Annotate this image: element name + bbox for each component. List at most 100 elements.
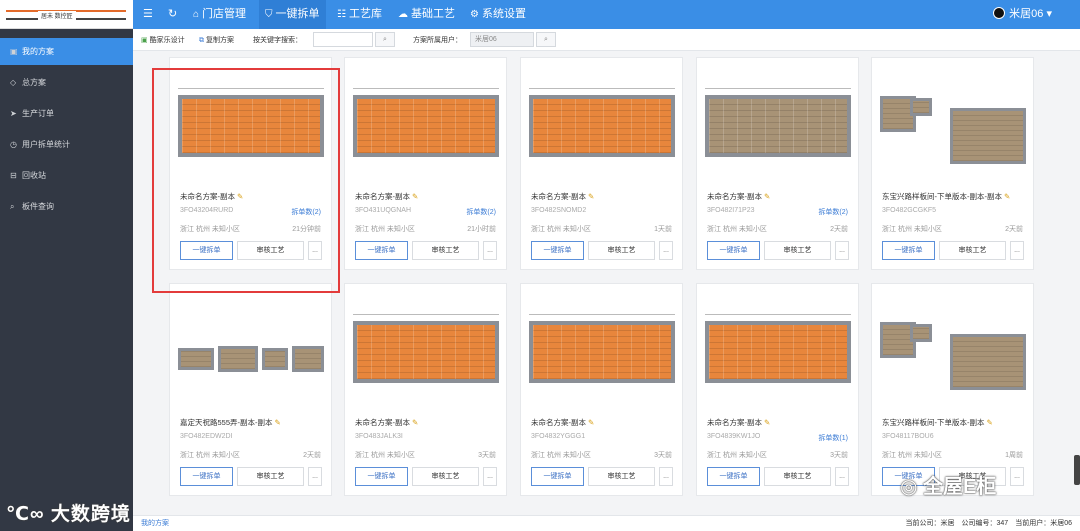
pencil-icon[interactable]: ✎ <box>764 192 770 201</box>
one-click-split-button[interactable]: 一键拆单 <box>531 467 584 486</box>
plan-card[interactable]: 嘉定天祝路555弄-副本-副本 ✎ 3FO482EDW2DI 浙江 杭州 未知小区 2天… <box>169 283 332 496</box>
floor-plan <box>529 321 675 383</box>
plan-card[interactable]: 未命名方案-副本 ✎ 3FO431UQGNAH 拆单数(2) 浙江 杭州 未知小区 21小… <box>344 57 507 270</box>
review-process-button[interactable]: 审核工艺 <box>588 241 655 260</box>
plan-code: 3FO482EDW2DI <box>180 433 233 440</box>
owner-field[interactable]: 米居06 <box>470 32 534 47</box>
plan-thumbnail[interactable] <box>529 306 675 394</box>
one-click-split-button[interactable]: 一键拆单 <box>355 467 408 486</box>
review-process-button[interactable]: 审核工艺 <box>764 467 831 486</box>
nav-one-click-split[interactable]: ⛉ 一键拆单 <box>259 0 326 29</box>
review-process-button[interactable]: 审核工艺 <box>412 241 479 260</box>
keyword-search-button[interactable]: ⌕ <box>375 32 395 47</box>
split-count-link[interactable]: 拆单数(2) <box>818 207 848 217</box>
shield-icon: ⛉ <box>265 9 273 20</box>
search-icon: ⌕ <box>383 36 387 43</box>
company-logo[interactable]: 居未 数控匠 <box>0 0 133 29</box>
pencil-icon[interactable]: ✎ <box>412 192 418 201</box>
one-click-split-button[interactable]: 一键拆单 <box>707 467 760 486</box>
more-button[interactable]: ... <box>1010 467 1024 486</box>
review-process-button[interactable]: 审核工艺 <box>237 467 304 486</box>
nav-store-management[interactable]: ⌂ 门店管理 <box>193 0 246 29</box>
floor-pattern <box>533 325 671 379</box>
floor-pattern <box>533 99 671 153</box>
keyword-search-input[interactable] <box>313 32 373 47</box>
more-button[interactable]: ... <box>659 467 673 486</box>
pencil-icon[interactable]: ✎ <box>764 418 770 427</box>
plan-card[interactable]: 未命名方案-副本 ✎ 3FO4832YGGG1 浙江 杭州 未知小区 3天前 一键拆单 审核… <box>520 283 683 496</box>
plan-card[interactable]: 东宝兴路样板间-下单版本-副本-副本 ✎ 3FO482GCGKF5 浙江 杭州 未知小… <box>871 57 1034 270</box>
more-button[interactable]: ... <box>835 241 849 260</box>
plan-thumbnail[interactable] <box>880 306 1026 394</box>
pencil-icon[interactable]: ✎ <box>275 418 281 427</box>
scrollbar-thumb[interactable] <box>1074 455 1080 485</box>
plan-code: 3FO48117BOU6 <box>882 433 934 440</box>
plan-card[interactable]: 未命名方案-副本 ✎ 3FO4839KW1JO 拆单数(1) 浙江 杭州 未知小区 3天前… <box>696 283 859 496</box>
sidebar-item-user-split-stats[interactable]: ◷ 用户拆单统计 <box>0 131 133 158</box>
plan-thumbnail[interactable] <box>705 306 851 394</box>
pencil-icon[interactable]: ✎ <box>412 418 418 427</box>
plan-card[interactable]: 东宝兴路样板间-下单版本-副本 ✎ 3FO48117BOU6 浙江 杭州 未知小区 1周… <box>871 283 1034 496</box>
highlight-box <box>152 68 340 293</box>
nav-process-library[interactable]: ☷ 工艺库 <box>337 0 382 29</box>
split-count-link[interactable]: 拆单数(1) <box>818 433 848 443</box>
copy-icon: ⧉ <box>199 37 204 44</box>
user-menu[interactable]: 米居06 ▾ <box>993 0 1052 29</box>
watermark-logo-icon: ℃∞ <box>6 504 51 525</box>
sidebar-item-recycle-bin[interactable]: ⊟ 回收站 <box>0 162 133 189</box>
breadcrumb[interactable]: 我的方案 <box>141 516 169 531</box>
plan-card[interactable]: 未命名方案-副本 ✎ 3FO482SNOMD2 浙江 杭州 未知小区 1天前 一键拆单 审核… <box>520 57 683 270</box>
sidebar-item-panel-query[interactable]: ⌕ 板件查询 <box>0 193 133 220</box>
plan-thumbnail[interactable] <box>705 80 851 168</box>
copy-plan-button[interactable]: ⧉ 复制方案 <box>199 35 234 45</box>
sidebar-item-my-plans[interactable]: ▣ 我的方案 <box>0 38 133 65</box>
plan-card[interactable]: 未命名方案-副本 ✎ 3FO483JALK3I 浙江 杭州 未知小区 3天前 一键拆单 审核… <box>344 283 507 496</box>
refresh-icon[interactable]: ↻ <box>168 7 177 20</box>
plan-time: 2天前 <box>1005 226 1023 233</box>
pencil-icon[interactable]: ✎ <box>588 418 594 427</box>
plan-card[interactable]: 未命名方案-副本 ✎ 3FO482I71P23 拆单数(2) 浙江 杭州 未知小区 2天前… <box>696 57 859 270</box>
plan-thumbnail[interactable] <box>880 80 1026 168</box>
review-process-button[interactable]: 审核工艺 <box>939 241 1006 260</box>
plan-location: 浙江 杭州 未知小区 <box>707 226 767 233</box>
avatar <box>993 7 1006 19</box>
more-button[interactable]: ... <box>483 241 497 260</box>
plan-name: 东宝兴路样板间-下单版本-副本 ✎ <box>882 418 993 427</box>
owner-search-button[interactable]: ⌕ <box>536 32 556 47</box>
send-icon: ➤ <box>10 109 17 118</box>
one-click-split-button[interactable]: 一键拆单 <box>882 241 935 260</box>
sidebar-item-all-plans[interactable]: ◇ 总方案 <box>0 69 133 96</box>
nav-system-settings[interactable]: ⚙ 系统设置 <box>470 0 526 29</box>
one-click-split-button[interactable]: 一键拆单 <box>180 467 233 486</box>
split-count-link[interactable]: 拆单数(2) <box>466 207 496 217</box>
top-navigation-bar: 居未 数控匠 ☰ ↻ ⌂ 门店管理 ⛉ 一键拆单 ☷ 工艺库 ☁ 基础工艺 ⚙ 系统设置 … <box>0 0 1080 29</box>
review-process-button[interactable]: 审核工艺 <box>412 467 479 486</box>
more-button[interactable]: ... <box>483 467 497 486</box>
plan-thumbnail[interactable] <box>178 306 324 394</box>
kujiale-design-button[interactable]: ▣ 酷家乐设计 <box>141 35 185 45</box>
more-button[interactable]: ... <box>835 467 849 486</box>
nav-basic-process[interactable]: ☁ 基础工艺 <box>398 0 455 29</box>
pencil-icon[interactable]: ✎ <box>1004 192 1010 201</box>
plan-location: 浙江 杭州 未知小区 <box>180 452 240 459</box>
plan-name: 未命名方案-副本 ✎ <box>707 192 771 201</box>
plan-code: 3FO482SNOMD2 <box>531 207 587 214</box>
sidebar-item-production-orders[interactable]: ➤ 生产订单 <box>0 100 133 127</box>
pencil-icon[interactable]: ✎ <box>588 192 594 201</box>
review-process-button[interactable]: 审核工艺 <box>588 467 655 486</box>
plan-thumbnail[interactable] <box>353 80 499 168</box>
review-process-button[interactable]: 审核工艺 <box>764 241 831 260</box>
one-click-split-button[interactable]: 一键拆单 <box>355 241 408 260</box>
one-click-split-button[interactable]: 一键拆单 <box>531 241 584 260</box>
plan-thumbnail[interactable] <box>353 306 499 394</box>
menu-toggle-icon[interactable]: ☰ <box>143 7 153 20</box>
more-button[interactable]: ... <box>308 467 322 486</box>
folder-icon: ▣ <box>10 47 18 56</box>
plan-thumbnail[interactable] <box>529 80 675 168</box>
dimension-line <box>529 88 675 89</box>
one-click-split-button[interactable]: 一键拆单 <box>707 241 760 260</box>
more-button[interactable]: ... <box>1010 241 1024 260</box>
more-button[interactable]: ... <box>659 241 673 260</box>
dimension-line <box>353 314 499 315</box>
pencil-icon[interactable]: ✎ <box>987 418 993 427</box>
